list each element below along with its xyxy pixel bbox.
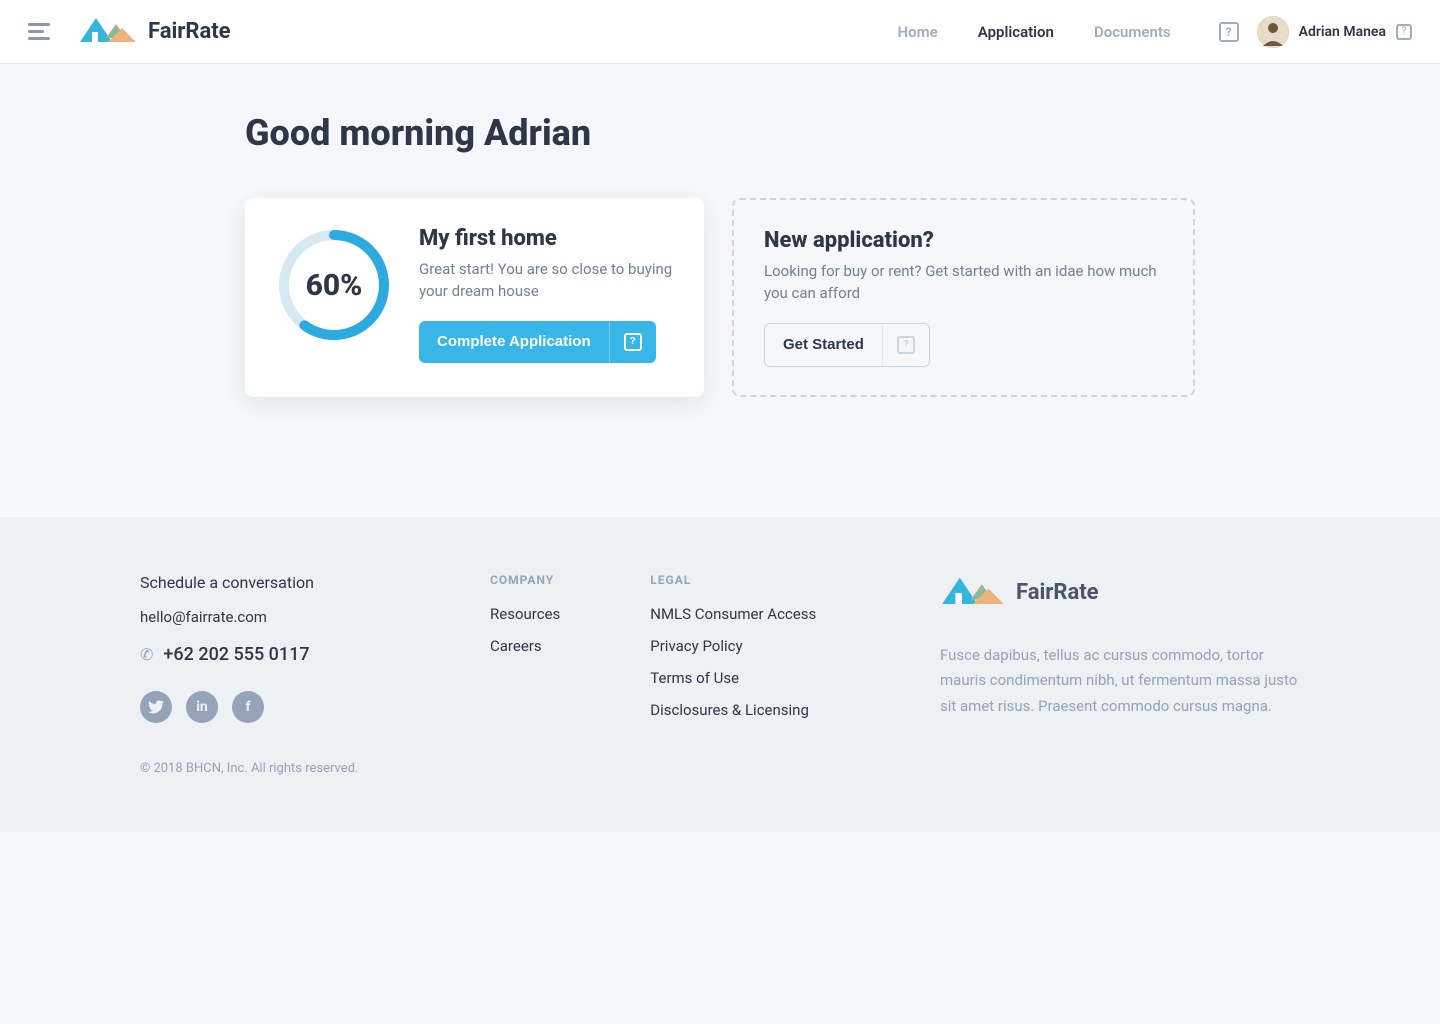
page-title: Good morning Adrian [245, 112, 1195, 154]
footer-link-disclosures[interactable]: Disclosures & Licensing [650, 701, 816, 719]
chevron-down-icon: ? [1396, 24, 1412, 40]
progress-percent: 60% [275, 226, 393, 344]
linkedin-icon[interactable]: in [186, 691, 218, 723]
footer-link-privacy[interactable]: Privacy Policy [650, 637, 816, 655]
nav-documents[interactable]: Documents [1094, 23, 1171, 41]
company-heading: COMPANY [490, 573, 560, 587]
header-right: ? Adrian Manea ? [1219, 16, 1412, 48]
footer-logo[interactable]: FairRate [940, 573, 1300, 613]
new-card-desc: Looking for buy or rent? Get started wit… [764, 261, 1163, 305]
user-name: Adrian Manea [1299, 24, 1386, 40]
help-icon[interactable]: ? [1219, 22, 1239, 42]
contact-email[interactable]: hello@fairrate.com [140, 608, 400, 626]
footer: Schedule a conversation hello@fairrate.c… [0, 517, 1440, 832]
new-application-card: New application? Looking for buy or rent… [732, 198, 1195, 397]
footer-link-terms[interactable]: Terms of Use [650, 669, 816, 687]
main: Good morning Adrian 60% My first home Gr… [0, 64, 1440, 517]
twitter-icon[interactable] [140, 691, 172, 723]
nav-application[interactable]: Application [978, 23, 1054, 41]
main-nav: Home Application Documents [898, 23, 1171, 41]
avatar [1257, 16, 1289, 48]
get-started-button[interactable]: Get Started ? [764, 323, 930, 367]
arrow-right-icon: ? [882, 324, 929, 366]
logo[interactable]: FairRate [78, 14, 231, 50]
phone-number: +62 202 555 0117 [163, 644, 309, 665]
application-progress-card: 60% My first home Great start! You are s… [245, 198, 704, 397]
nav-home[interactable]: Home [898, 23, 938, 41]
legal-heading: LEGAL [650, 573, 816, 587]
social-links: in f [140, 691, 400, 723]
progress-card-desc: Great start! You are so close to buying … [419, 259, 674, 303]
copyright: © 2018 BHCN, Inc. All rights reserved. [140, 761, 400, 776]
footer-link-careers[interactable]: Careers [490, 637, 560, 655]
footer-blurb: Fusce dapibus, tellus ac cursus commodo,… [940, 643, 1300, 720]
complete-application-button[interactable]: Complete Application ? [419, 321, 656, 363]
progress-ring: 60% [275, 226, 393, 344]
cards-row: 60% My first home Great start! You are s… [245, 198, 1195, 397]
facebook-icon[interactable]: f [232, 691, 264, 723]
schedule-text: Schedule a conversation [140, 573, 400, 592]
logo-text: FairRate [148, 19, 231, 44]
complete-application-label: Complete Application [419, 321, 609, 362]
logo-mark [78, 14, 138, 50]
get-started-label: Get Started [765, 324, 882, 365]
arrow-right-icon: ? [609, 321, 656, 363]
contact-phone[interactable]: ✆ +62 202 555 0117 [140, 644, 400, 665]
footer-link-nmls[interactable]: NMLS Consumer Access [650, 605, 816, 623]
footer-link-resources[interactable]: Resources [490, 605, 560, 623]
header: FairRate Home Application Documents ? Ad… [0, 0, 1440, 64]
progress-card-title: My first home [419, 226, 674, 251]
menu-icon[interactable] [28, 23, 50, 40]
new-card-title: New application? [764, 228, 1163, 253]
user-menu[interactable]: Adrian Manea ? [1257, 16, 1412, 48]
phone-icon: ✆ [140, 645, 153, 664]
footer-logo-text: FairRate [1016, 580, 1099, 605]
